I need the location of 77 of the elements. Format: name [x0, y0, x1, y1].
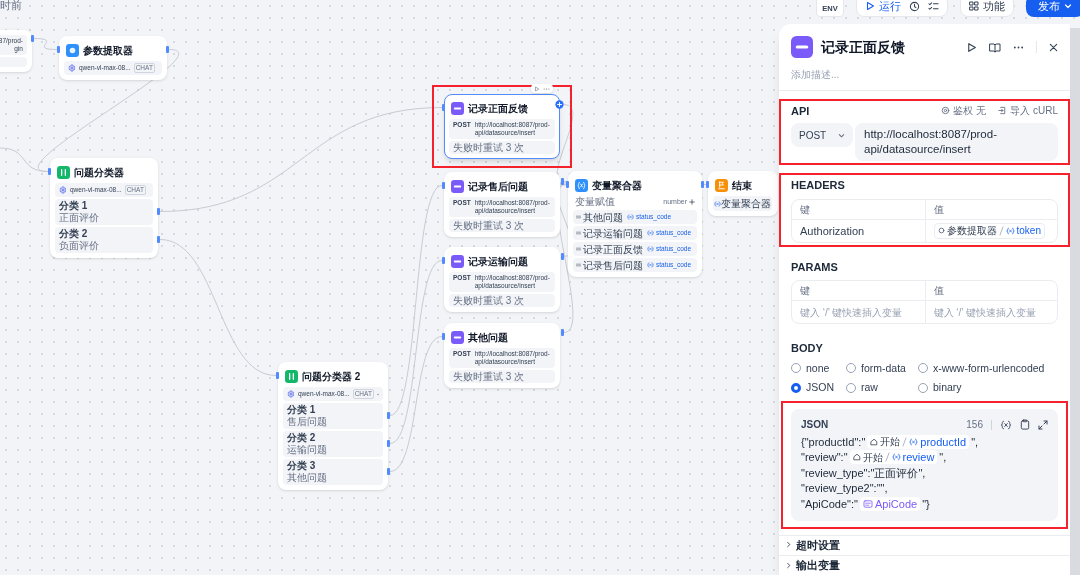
run-button[interactable]: 运行 — [865, 0, 901, 15]
variable-name: productId — [920, 434, 967, 450]
node-name-label: 开始 — [862, 450, 883, 465]
import-curl-button[interactable]: 导入 cURL — [998, 103, 1058, 119]
radio-option[interactable]: none — [791, 360, 834, 377]
class-label: 分类 1 — [59, 200, 89, 212]
variable-name: review — [902, 450, 935, 465]
retry-text: 失败时重试 3 次 — [449, 141, 555, 154]
class-label: 分类 1 — [287, 404, 317, 416]
class-label: 分类 2 — [287, 432, 317, 444]
node-name-label: 记录运输问题 — [583, 226, 643, 241]
section-label: API — [791, 103, 810, 119]
node-title: 变量聚合器 — [592, 178, 642, 193]
class-label: 分类 2 — [59, 228, 89, 240]
radio-option[interactable]: form-data — [846, 360, 906, 377]
retry-text: 失败时重试 3 次 — [449, 370, 555, 383]
code-editor[interactable]: JSON 156 {"productId":" 开始 productId ", "review":" 开始 review ", "review_type":"正面评价", "review_type2":"", "ApiCode":" ApiCode "} — [791, 409, 1058, 521]
node-title: 记录运输问题 — [468, 254, 528, 269]
node-name-label: 其他问题 — [583, 210, 623, 225]
variable-name: token — [1016, 224, 1041, 238]
node-name-label: 参数提取器 — [946, 224, 997, 238]
class-value: 正面评价 — [59, 212, 100, 224]
class-value: 其他问题 — [287, 472, 328, 484]
panel-title: 记录正面反馈 — [821, 37, 906, 57]
node-name-label: 记录正面反馈 — [583, 242, 643, 257]
radio-option[interactable]: x-www-form-urlencoded — [917, 360, 1058, 377]
class-value: 运输问题 — [287, 444, 328, 456]
radio-option[interactable]: raw — [846, 380, 906, 396]
publish-button[interactable]: 发布 — [1026, 0, 1080, 17]
section-label: PARAMS — [791, 259, 839, 275]
node-name-label: 记录售后问题 — [583, 258, 643, 273]
variable-name: ApiCode — [874, 496, 918, 512]
column-header: 键 — [799, 202, 811, 217]
workflow-node[interactable]: 结束 变量聚合器 — [708, 171, 778, 216]
node-title: 记录售后问题 — [468, 179, 528, 194]
node-title: 问题分类器 2 — [302, 369, 361, 384]
code-text: "} — [922, 496, 930, 512]
code-text: "ApiCode":" — [801, 496, 858, 512]
auth-button[interactable]: 鉴权 无 — [941, 103, 987, 119]
column-header: 值 — [924, 199, 1057, 220]
code-text: ", — [939, 450, 947, 465]
node-title: 结束 — [732, 178, 752, 193]
node-title: 其他问题 — [468, 330, 508, 345]
collapsible-section[interactable]: 超时设置 — [779, 535, 1070, 555]
url-field[interactable]: http://localhost:8087/prod-api/datasource/insert — [855, 123, 1058, 161]
variable-name: 变量聚合器 — [721, 197, 771, 211]
class-label: 分类 3 — [287, 460, 317, 472]
group-label: 变量赋值 — [575, 196, 615, 208]
last-saved-time: 时前 — [0, 0, 22, 13]
class-value: 负面评价 — [59, 240, 100, 252]
features-button[interactable]: 功能 — [960, 0, 1014, 17]
retry-text: 失败时重试 3 次 — [449, 294, 555, 307]
editor-label: JSON — [801, 418, 830, 432]
code-text: ", — [971, 434, 979, 450]
column-header: 值 — [924, 281, 1057, 301]
class-value: 售后问题 — [287, 416, 328, 428]
section-label: HEADERS — [791, 178, 846, 193]
retry-text: 失败时重试 3 次 — [449, 219, 555, 232]
param-field[interactable]: 键入 ‘/’ 键快速插入变量 — [792, 301, 925, 323]
radio-option[interactable]: binary — [917, 380, 1058, 396]
code-text: "review_type2":"", — [801, 481, 888, 496]
column-header: 键 — [799, 284, 811, 298]
node-title: 问题分类器 — [74, 165, 124, 180]
character-count: 156 — [966, 418, 983, 432]
code-text: "review":" — [801, 450, 848, 465]
collapsible-section[interactable]: 输出变量 — [779, 555, 1070, 575]
radio-option[interactable]: JSON — [791, 380, 834, 396]
param-field[interactable]: 键入 ‘/’ 键快速插入变量 — [924, 301, 1057, 323]
node-name-label: 开始 — [880, 435, 901, 450]
header-key: Authorization — [792, 219, 925, 242]
method-select[interactable]: POST — [791, 123, 853, 147]
code-text: "review_type":"正面评价", — [801, 465, 926, 481]
node-title: 参数提取器 — [83, 43, 133, 58]
node-title: 记录正面反馈 — [468, 101, 528, 116]
description-field[interactable]: 添加描述... — [791, 67, 1058, 82]
section-label: BODY — [791, 341, 824, 356]
code-text: {"productId":" — [801, 434, 866, 450]
